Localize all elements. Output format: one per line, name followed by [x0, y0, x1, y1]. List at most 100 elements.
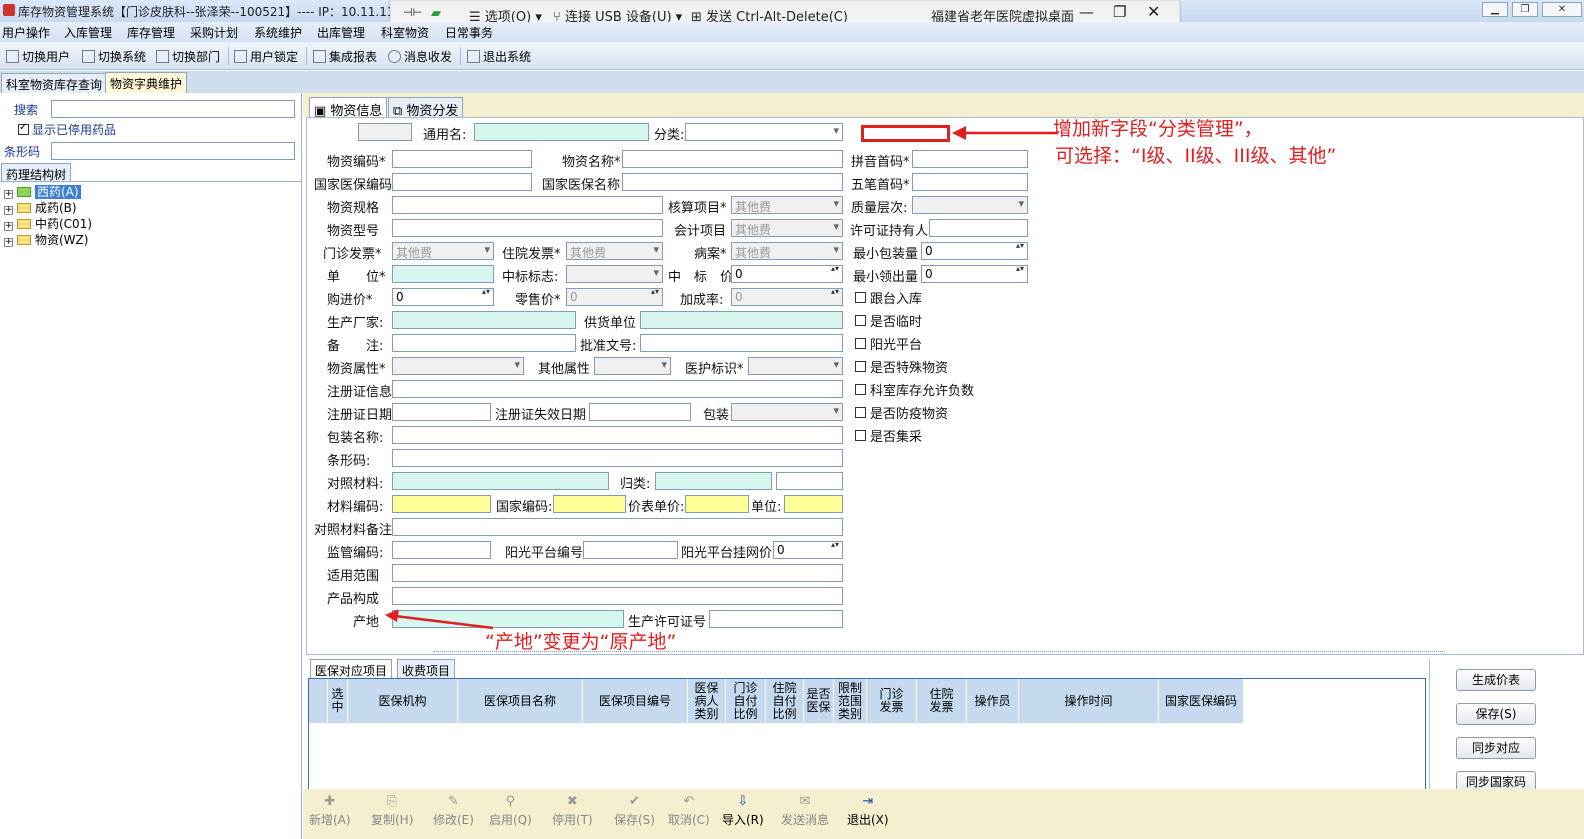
tab-stock-query[interactable]: 科室物资库存查询 [1, 73, 108, 93]
check-special-goods[interactable] [855, 361, 866, 372]
bid-flag-select[interactable] [566, 265, 663, 283]
col-op-invoice[interactable]: 门诊发票 [867, 679, 917, 723]
show-disabled-checkbox[interactable] [18, 122, 29, 135]
col-limit-type[interactable]: 限制范围类别 [834, 679, 867, 723]
tab-fee-items[interactable]: 收费项目 [397, 659, 456, 678]
switch-system-button[interactable]: 切换系统 [82, 48, 146, 65]
check-sun-platform[interactable] [855, 338, 866, 349]
menu-system[interactable]: 系统维护 [254, 24, 302, 41]
sync-mapping-button[interactable]: 同步对应 [1456, 737, 1536, 759]
col-ins-org[interactable]: 医保机构 [348, 679, 458, 723]
approval-input[interactable] [640, 334, 843, 352]
col-national-ins-code[interactable]: 国家医保编码 [1159, 679, 1244, 723]
col-op-ratio[interactable]: 门诊自付比例 [726, 679, 766, 723]
code-input[interactable] [392, 150, 532, 168]
edit-button[interactable]: ✎ 修改(E) [433, 795, 474, 828]
care-flag-select[interactable] [748, 357, 843, 375]
ref-remark-input[interactable] [392, 518, 843, 536]
tree-node-goods[interactable]: + 物资(WZ) [4, 231, 88, 248]
messages-button[interactable]: 消息收发 [388, 48, 452, 65]
ip-invoice-select[interactable]: 其他费 [566, 242, 663, 260]
acct-item-select[interactable]: 其他费 [731, 196, 843, 214]
package-select[interactable] [731, 403, 843, 421]
unit-input[interactable] [392, 265, 494, 283]
bid-price-stepper[interactable]: 0 [731, 265, 843, 283]
reg-info-input[interactable] [392, 380, 843, 398]
manufacturer-input[interactable] [392, 311, 576, 329]
menu-inbound[interactable]: 入库管理 [64, 24, 112, 41]
send-msg-button[interactable]: ✉ 发送消息 [781, 795, 829, 828]
other-attr-select[interactable] [594, 357, 671, 375]
list-price-input[interactable] [685, 495, 749, 513]
composition-input[interactable] [392, 587, 843, 605]
category-select[interactable] [685, 123, 843, 141]
markup-stepper[interactable]: 0 [731, 288, 843, 306]
tree-node-western[interactable]: + 西药(A) [4, 183, 81, 200]
classify-extra-input[interactable] [776, 472, 843, 490]
import-button[interactable]: ⇩ 导入(R) [722, 795, 764, 828]
min-out-stepper[interactable]: 0 [921, 265, 1028, 283]
col-operator[interactable]: 操作员 [967, 679, 1019, 723]
usb-close-icon[interactable]: ✕ [1147, 2, 1160, 21]
pin-icon[interactable]: ⊣⊢ [403, 6, 422, 19]
col-ins-item-name[interactable]: 医保项目名称 [458, 679, 583, 723]
unit2-input[interactable] [784, 495, 843, 513]
remark-input[interactable] [392, 334, 576, 352]
reg-date-input[interactable] [392, 403, 491, 421]
wubi-input[interactable] [912, 173, 1028, 191]
op-invoice-select[interactable]: 其他费 [392, 242, 494, 260]
name-input[interactable] [622, 150, 843, 168]
quality-select[interactable] [912, 196, 1028, 214]
tree-tab[interactable]: 药理结构树 [1, 163, 72, 182]
close-button[interactable]: ✕ [1542, 2, 1582, 17]
tab-ins-items[interactable]: 医保对应项目 [310, 659, 393, 678]
spec-input[interactable] [392, 196, 663, 214]
tab-goods-distribute[interactable]: ⧉ 物资分发 [388, 97, 464, 119]
license-holder-input[interactable] [929, 219, 1028, 237]
menu-dept-goods[interactable]: 科室物资 [381, 24, 429, 41]
sun-code-input[interactable] [583, 541, 678, 559]
save-mapping-button[interactable]: 保存(S) [1456, 703, 1536, 725]
col-is-ins[interactable]: 是否医保 [804, 679, 834, 723]
splitter[interactable] [433, 651, 1443, 654]
check-central-purchase[interactable] [855, 430, 866, 441]
package-name-input[interactable] [392, 426, 843, 444]
save-button[interactable]: ✔ 保存(S) [614, 795, 655, 828]
col-ins-item-code[interactable]: 医保项目编号 [583, 679, 688, 723]
material-code-input[interactable] [392, 495, 491, 513]
national-code-input[interactable] [553, 495, 626, 513]
tab-goods-info[interactable]: ▣ 物资信息 [309, 97, 388, 119]
tab-dict-maintain[interactable]: 物资字典维护 [105, 72, 188, 93]
menu-purchase[interactable]: 采购计划 [190, 24, 238, 41]
attr-select[interactable] [392, 357, 524, 375]
ref-material-input[interactable] [392, 472, 609, 490]
form-barcode-input[interactable] [392, 449, 843, 467]
menu-daily[interactable]: 日常事务 [445, 24, 493, 41]
prod-license-input[interactable] [709, 610, 843, 628]
exit-system-button[interactable]: 退出系统 [467, 48, 531, 65]
switch-user-button[interactable]: 切换用户 [6, 48, 70, 65]
generic-name-input[interactable] [474, 123, 649, 141]
check-temporary[interactable] [855, 315, 866, 326]
reports-button[interactable]: 集成报表 [313, 48, 377, 65]
disable-button[interactable]: ✖ 停用(T) [552, 795, 593, 828]
supervise-code-input[interactable] [392, 541, 491, 559]
usb-minimize-icon[interactable]: — [1079, 3, 1094, 21]
menu-outbound[interactable]: 出库管理 [317, 24, 365, 41]
usb-restore-icon[interactable]: ❐ [1113, 3, 1126, 21]
switch-dept-button[interactable]: 切换部门 [156, 48, 220, 65]
col-op-time[interactable]: 操作时间 [1019, 679, 1159, 723]
sun-price-stepper[interactable]: 0 [773, 541, 843, 559]
add-button[interactable]: ✚ 新增(A) [309, 795, 351, 828]
tree-node-patent[interactable]: + 成药(B) [4, 199, 77, 216]
lock-user-button[interactable]: 用户锁定 [234, 48, 298, 65]
exit-button[interactable]: ⇥ 退出(X) [847, 795, 889, 828]
ins-code-input[interactable] [392, 173, 532, 191]
barcode-input[interactable] [51, 142, 295, 160]
col-select[interactable]: 选中 [328, 679, 348, 723]
minimize-button[interactable]: ▁ [1482, 2, 1508, 17]
gen-price-button[interactable]: 生成价表 [1456, 669, 1536, 691]
supplier-input[interactable] [640, 311, 843, 329]
account-select[interactable]: 其他费 [731, 219, 843, 237]
check-epidemic[interactable] [855, 407, 866, 418]
